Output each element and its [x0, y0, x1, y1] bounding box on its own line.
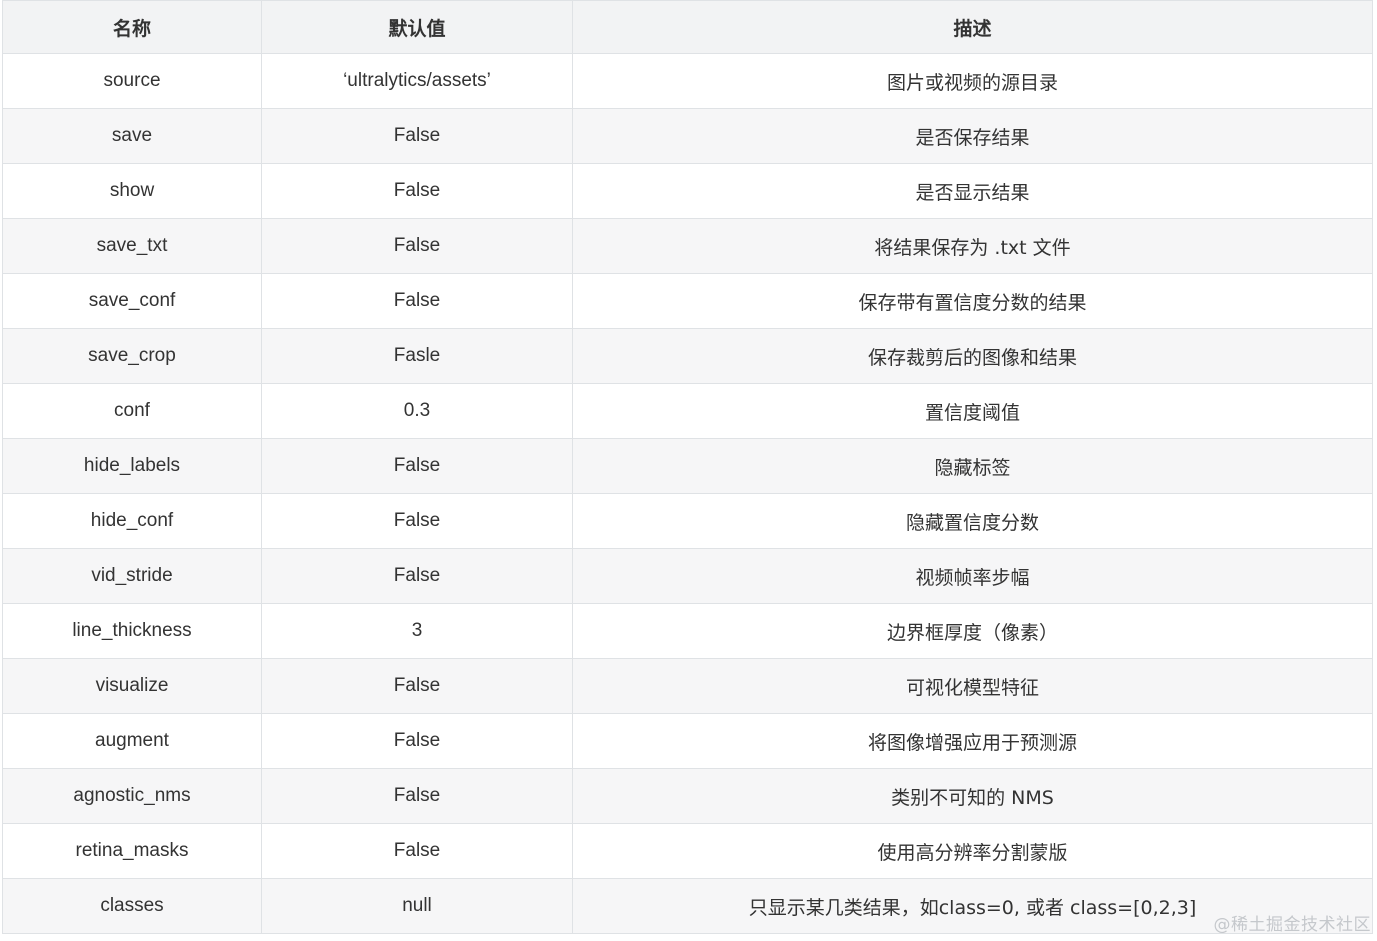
param-description: 保存裁剪后的图像和结果 — [572, 328, 1373, 384]
param-name: save_conf — [2, 273, 262, 329]
param-name: augment — [2, 713, 262, 769]
table-row: save_conf False 保存带有置信度分数的结果 — [2, 273, 1373, 329]
param-default: False — [261, 438, 573, 494]
param-default: False — [261, 218, 573, 274]
param-default: False — [261, 823, 573, 879]
param-default: False — [261, 493, 573, 549]
param-name: hide_conf — [2, 493, 262, 549]
table-row: retina_masks False 使用高分辨率分割蒙版 — [2, 823, 1373, 879]
param-description: 隐藏标签 — [572, 438, 1373, 494]
param-name: save — [2, 108, 262, 164]
table-row: hide_labels False 隐藏标签 — [2, 438, 1373, 494]
param-description: 是否显示结果 — [572, 163, 1373, 219]
param-default: False — [261, 768, 573, 824]
param-default: null — [261, 878, 573, 934]
table-row: classes null 只显示某几类结果，如class=0, 或者 class… — [2, 878, 1373, 934]
param-name: save_crop — [2, 328, 262, 384]
watermark: @稀土掘金技术社区 — [1213, 915, 1371, 935]
header-name: 名称 — [2, 0, 262, 54]
param-name: agnostic_nms — [2, 768, 262, 824]
table-row: conf 0.3 置信度阈值 — [2, 383, 1373, 439]
param-name: line_thickness — [2, 603, 262, 659]
table-row: save_crop Fasle 保存裁剪后的图像和结果 — [2, 328, 1373, 384]
table-row: save_txt False 将结果保存为 .txt 文件 — [2, 218, 1373, 274]
param-name: vid_stride — [2, 548, 262, 604]
param-default: False — [261, 273, 573, 329]
param-description: 是否保存结果 — [572, 108, 1373, 164]
param-description: 将结果保存为 .txt 文件 — [572, 218, 1373, 274]
param-name: hide_labels — [2, 438, 262, 494]
header-default: 默认值 — [261, 0, 573, 54]
param-default: ‘ultralytics/assets’ — [261, 53, 573, 109]
parameter-table: 名称 默认值 描述 source ‘ultralytics/assets’ 图片… — [2, 0, 1373, 934]
param-name: classes — [2, 878, 262, 934]
table-header-row: 名称 默认值 描述 — [2, 0, 1373, 54]
param-name: visualize — [2, 658, 262, 714]
param-default: False — [261, 713, 573, 769]
table-row: line_thickness 3 边界框厚度（像素） — [2, 603, 1373, 659]
param-description: 视频帧率步幅 — [572, 548, 1373, 604]
table-row: save False 是否保存结果 — [2, 108, 1373, 164]
param-description: 图片或视频的源目录 — [572, 53, 1373, 109]
table-row: source ‘ultralytics/assets’ 图片或视频的源目录 — [2, 53, 1373, 109]
param-description: 使用高分辨率分割蒙版 — [572, 823, 1373, 879]
header-description: 描述 — [572, 0, 1373, 54]
param-default: 0.3 — [261, 383, 573, 439]
param-description: 类别不可知的 NMS — [572, 768, 1373, 824]
table-row: show False 是否显示结果 — [2, 163, 1373, 219]
param-description: 隐藏置信度分数 — [572, 493, 1373, 549]
param-name: conf — [2, 383, 262, 439]
param-name: retina_masks — [2, 823, 262, 879]
table-row: hide_conf False 隐藏置信度分数 — [2, 493, 1373, 549]
param-description: 置信度阈值 — [572, 383, 1373, 439]
param-name: show — [2, 163, 262, 219]
param-default: 3 — [261, 603, 573, 659]
table-row: augment False 将图像增强应用于预测源 — [2, 713, 1373, 769]
param-default: False — [261, 108, 573, 164]
param-name: save_txt — [2, 218, 262, 274]
param-default: False — [261, 548, 573, 604]
param-description: 保存带有置信度分数的结果 — [572, 273, 1373, 329]
param-description: 可视化模型特征 — [572, 658, 1373, 714]
table-row: agnostic_nms False 类别不可知的 NMS — [2, 768, 1373, 824]
param-default: False — [261, 658, 573, 714]
param-name: source — [2, 53, 262, 109]
table-row: visualize False 可视化模型特征 — [2, 658, 1373, 714]
param-default: Fasle — [261, 328, 573, 384]
param-default: False — [261, 163, 573, 219]
param-description: 将图像增强应用于预测源 — [572, 713, 1373, 769]
param-description: 边界框厚度（像素） — [572, 603, 1373, 659]
table-row: vid_stride False 视频帧率步幅 — [2, 548, 1373, 604]
